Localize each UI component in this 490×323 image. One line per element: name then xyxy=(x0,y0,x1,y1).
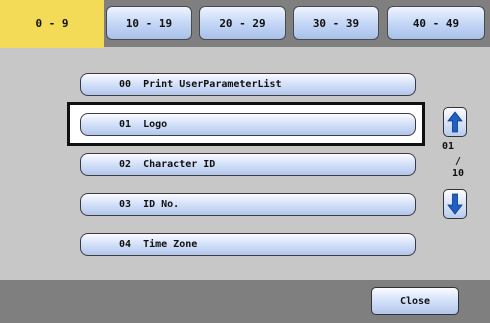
arrow-down-icon xyxy=(447,193,463,215)
tab-30-39[interactable]: 30 - 39 xyxy=(293,6,379,40)
scroll-up-button[interactable] xyxy=(443,107,467,137)
page-current: 01 xyxy=(442,141,455,152)
list-item-print-user-parameter-list[interactable]: 00 Print UserParameterList xyxy=(80,73,416,96)
list-item-time-zone[interactable]: 04 Time Zone xyxy=(80,233,416,256)
screen: 0 - 9 10 - 19 20 - 29 30 - 39 40 - 49 00… xyxy=(0,0,490,323)
page-indicator: 01 / 10 xyxy=(438,139,472,187)
tab-bar: 0 - 9 10 - 19 20 - 29 30 - 39 40 - 49 xyxy=(0,0,490,48)
arrow-up-icon xyxy=(447,111,463,133)
page-separator: / xyxy=(455,156,462,167)
list-item-character-id[interactable]: 02 Character ID xyxy=(80,153,416,176)
page-total: 10 xyxy=(452,168,465,179)
list-item-id-no[interactable]: 03 ID No. xyxy=(80,193,416,216)
scroll-down-button[interactable] xyxy=(443,189,467,219)
tab-40-49[interactable]: 40 - 49 xyxy=(387,6,485,40)
tab-0-9[interactable]: 0 - 9 xyxy=(0,0,104,48)
list-item-logo[interactable]: 01 Logo xyxy=(80,113,416,136)
close-button[interactable]: Close xyxy=(371,287,459,315)
tab-20-29[interactable]: 20 - 29 xyxy=(199,6,286,40)
tab-10-19[interactable]: 10 - 19 xyxy=(106,6,192,40)
